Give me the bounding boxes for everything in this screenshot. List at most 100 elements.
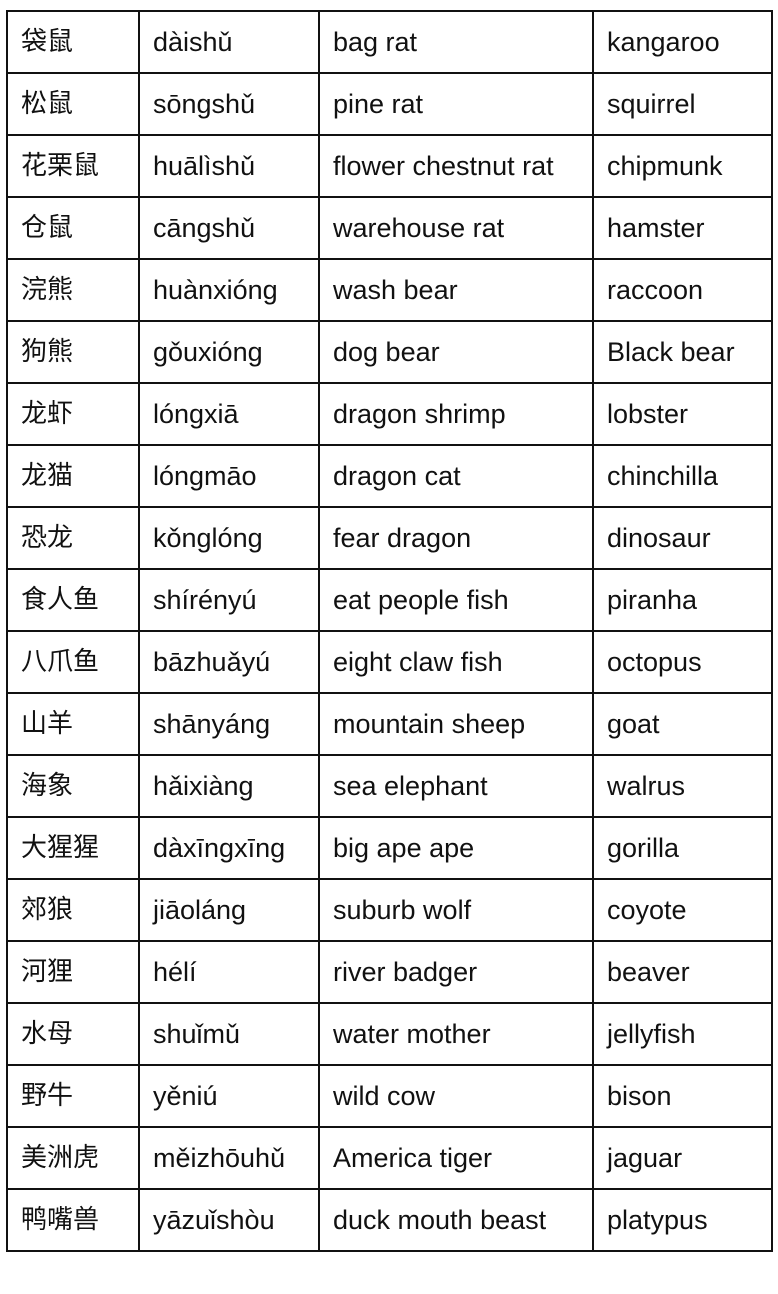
table-row: 美洲虎 měizhōuhǔ America tiger jaguar: [6, 1126, 773, 1190]
table-row: 狗熊 gǒuxióng dog bear Black bear: [6, 320, 773, 384]
table-row: 鸭嘴兽 yāzuǐshòu duck mouth beast platypus: [6, 1188, 773, 1252]
literal-translation-cell: dragon shrimp: [318, 382, 594, 446]
english-name-cell: chinchilla: [592, 444, 773, 508]
english-name-cell: kangaroo: [592, 10, 773, 74]
english-name-cell: platypus: [592, 1188, 773, 1252]
table-row: 恐龙 kǒnglóng fear dragon dinosaur: [6, 506, 773, 570]
pinyin-cell: shírényú: [138, 568, 320, 632]
chinese-word-cell: 龙虾: [6, 382, 140, 446]
pinyin-cell: bāzhuǎyú: [138, 630, 320, 694]
pinyin-cell: lóngmāo: [138, 444, 320, 508]
chinese-word-cell: 龙猫: [6, 444, 140, 508]
literal-translation-cell: wash bear: [318, 258, 594, 322]
english-name-cell: Black bear: [592, 320, 773, 384]
table-row: 海象 hǎixiàng sea elephant walrus: [6, 754, 773, 818]
chinese-word-cell: 狗熊: [6, 320, 140, 384]
table-row: 野牛 yěniú wild cow bison: [6, 1064, 773, 1128]
table-row: 大猩猩 dàxīngxīng big ape ape gorilla: [6, 816, 773, 880]
table-row: 仓鼠 cāngshǔ warehouse rat hamster: [6, 196, 773, 260]
table-row: 花栗鼠 huālìshǔ flower chestnut rat chipmunk: [6, 134, 773, 198]
chinese-word-cell: 花栗鼠: [6, 134, 140, 198]
chinese-word-cell: 美洲虎: [6, 1126, 140, 1190]
pinyin-cell: gǒuxióng: [138, 320, 320, 384]
english-name-cell: squirrel: [592, 72, 773, 136]
literal-translation-cell: eight claw fish: [318, 630, 594, 694]
table-row: 袋鼠 dàishǔ bag rat kangaroo: [6, 10, 773, 74]
literal-translation-cell: dog bear: [318, 320, 594, 384]
chinese-word-cell: 水母: [6, 1002, 140, 1066]
literal-translation-cell: mountain sheep: [318, 692, 594, 756]
literal-translation-cell: eat people fish: [318, 568, 594, 632]
table-row: 松鼠 sōngshǔ pine rat squirrel: [6, 72, 773, 136]
pinyin-cell: dàxīngxīng: [138, 816, 320, 880]
vocabulary-table-body: 袋鼠 dàishǔ bag rat kangaroo 松鼠 sōngshǔ pine rat…: [6, 10, 773, 1252]
pinyin-cell: lóngxiā: [138, 382, 320, 446]
pinyin-cell: jiāoláng: [138, 878, 320, 942]
literal-translation-cell: sea elephant: [318, 754, 594, 818]
literal-translation-cell: big ape ape: [318, 816, 594, 880]
pinyin-cell: huànxióng: [138, 258, 320, 322]
table-row: 郊狼 jiāoláng suburb wolf coyote: [6, 878, 773, 942]
chinese-word-cell: 河狸: [6, 940, 140, 1004]
table-row: 龙虾 lóngxiā dragon shrimp lobster: [6, 382, 773, 446]
literal-translation-cell: water mother: [318, 1002, 594, 1066]
pinyin-cell: sōngshǔ: [138, 72, 320, 136]
pinyin-cell: yěniú: [138, 1064, 320, 1128]
pinyin-cell: hǎixiàng: [138, 754, 320, 818]
table-row: 浣熊 huànxióng wash bear raccoon: [6, 258, 773, 322]
english-name-cell: coyote: [592, 878, 773, 942]
pinyin-cell: kǒnglóng: [138, 506, 320, 570]
english-name-cell: gorilla: [592, 816, 773, 880]
english-name-cell: lobster: [592, 382, 773, 446]
pinyin-cell: shuǐmǔ: [138, 1002, 320, 1066]
chinese-word-cell: 郊狼: [6, 878, 140, 942]
literal-translation-cell: flower chestnut rat: [318, 134, 594, 198]
chinese-word-cell: 仓鼠: [6, 196, 140, 260]
literal-translation-cell: bag rat: [318, 10, 594, 74]
english-name-cell: bison: [592, 1064, 773, 1128]
chinese-word-cell: 袋鼠: [6, 10, 140, 74]
pinyin-cell: huālìshǔ: [138, 134, 320, 198]
chinese-word-cell: 松鼠: [6, 72, 140, 136]
table-row: 食人鱼 shírényú eat people fish piranha: [6, 568, 773, 632]
english-name-cell: jellyfish: [592, 1002, 773, 1066]
literal-translation-cell: America tiger: [318, 1126, 594, 1190]
table-row: 水母 shuǐmǔ water mother jellyfish: [6, 1002, 773, 1066]
english-name-cell: chipmunk: [592, 134, 773, 198]
vocabulary-table: 袋鼠 dàishǔ bag rat kangaroo 松鼠 sōngshǔ pine rat…: [6, 10, 773, 1252]
pinyin-cell: hélí: [138, 940, 320, 1004]
english-name-cell: walrus: [592, 754, 773, 818]
literal-translation-cell: fear dragon: [318, 506, 594, 570]
literal-translation-cell: pine rat: [318, 72, 594, 136]
literal-translation-cell: river badger: [318, 940, 594, 1004]
english-name-cell: beaver: [592, 940, 773, 1004]
pinyin-cell: cāngshǔ: [138, 196, 320, 260]
english-name-cell: dinosaur: [592, 506, 773, 570]
chinese-word-cell: 山羊: [6, 692, 140, 756]
chinese-word-cell: 恐龙: [6, 506, 140, 570]
pinyin-cell: měizhōuhǔ: [138, 1126, 320, 1190]
chinese-word-cell: 八爪鱼: [6, 630, 140, 694]
chinese-word-cell: 大猩猩: [6, 816, 140, 880]
literal-translation-cell: dragon cat: [318, 444, 594, 508]
english-name-cell: jaguar: [592, 1126, 773, 1190]
english-name-cell: hamster: [592, 196, 773, 260]
pinyin-cell: yāzuǐshòu: [138, 1188, 320, 1252]
english-name-cell: goat: [592, 692, 773, 756]
table-row: 山羊 shānyáng mountain sheep goat: [6, 692, 773, 756]
literal-translation-cell: duck mouth beast: [318, 1188, 594, 1252]
literal-translation-cell: suburb wolf: [318, 878, 594, 942]
chinese-word-cell: 食人鱼: [6, 568, 140, 632]
english-name-cell: piranha: [592, 568, 773, 632]
chinese-word-cell: 鸭嘴兽: [6, 1188, 140, 1252]
chinese-word-cell: 浣熊: [6, 258, 140, 322]
pinyin-cell: dàishǔ: [138, 10, 320, 74]
literal-translation-cell: warehouse rat: [318, 196, 594, 260]
chinese-word-cell: 海象: [6, 754, 140, 818]
pinyin-cell: shānyáng: [138, 692, 320, 756]
table-row: 河狸 hélí river badger beaver: [6, 940, 773, 1004]
table-row: 八爪鱼 bāzhuǎyú eight claw fish octopus: [6, 630, 773, 694]
table-row: 龙猫 lóngmāo dragon cat chinchilla: [6, 444, 773, 508]
chinese-word-cell: 野牛: [6, 1064, 140, 1128]
english-name-cell: raccoon: [592, 258, 773, 322]
